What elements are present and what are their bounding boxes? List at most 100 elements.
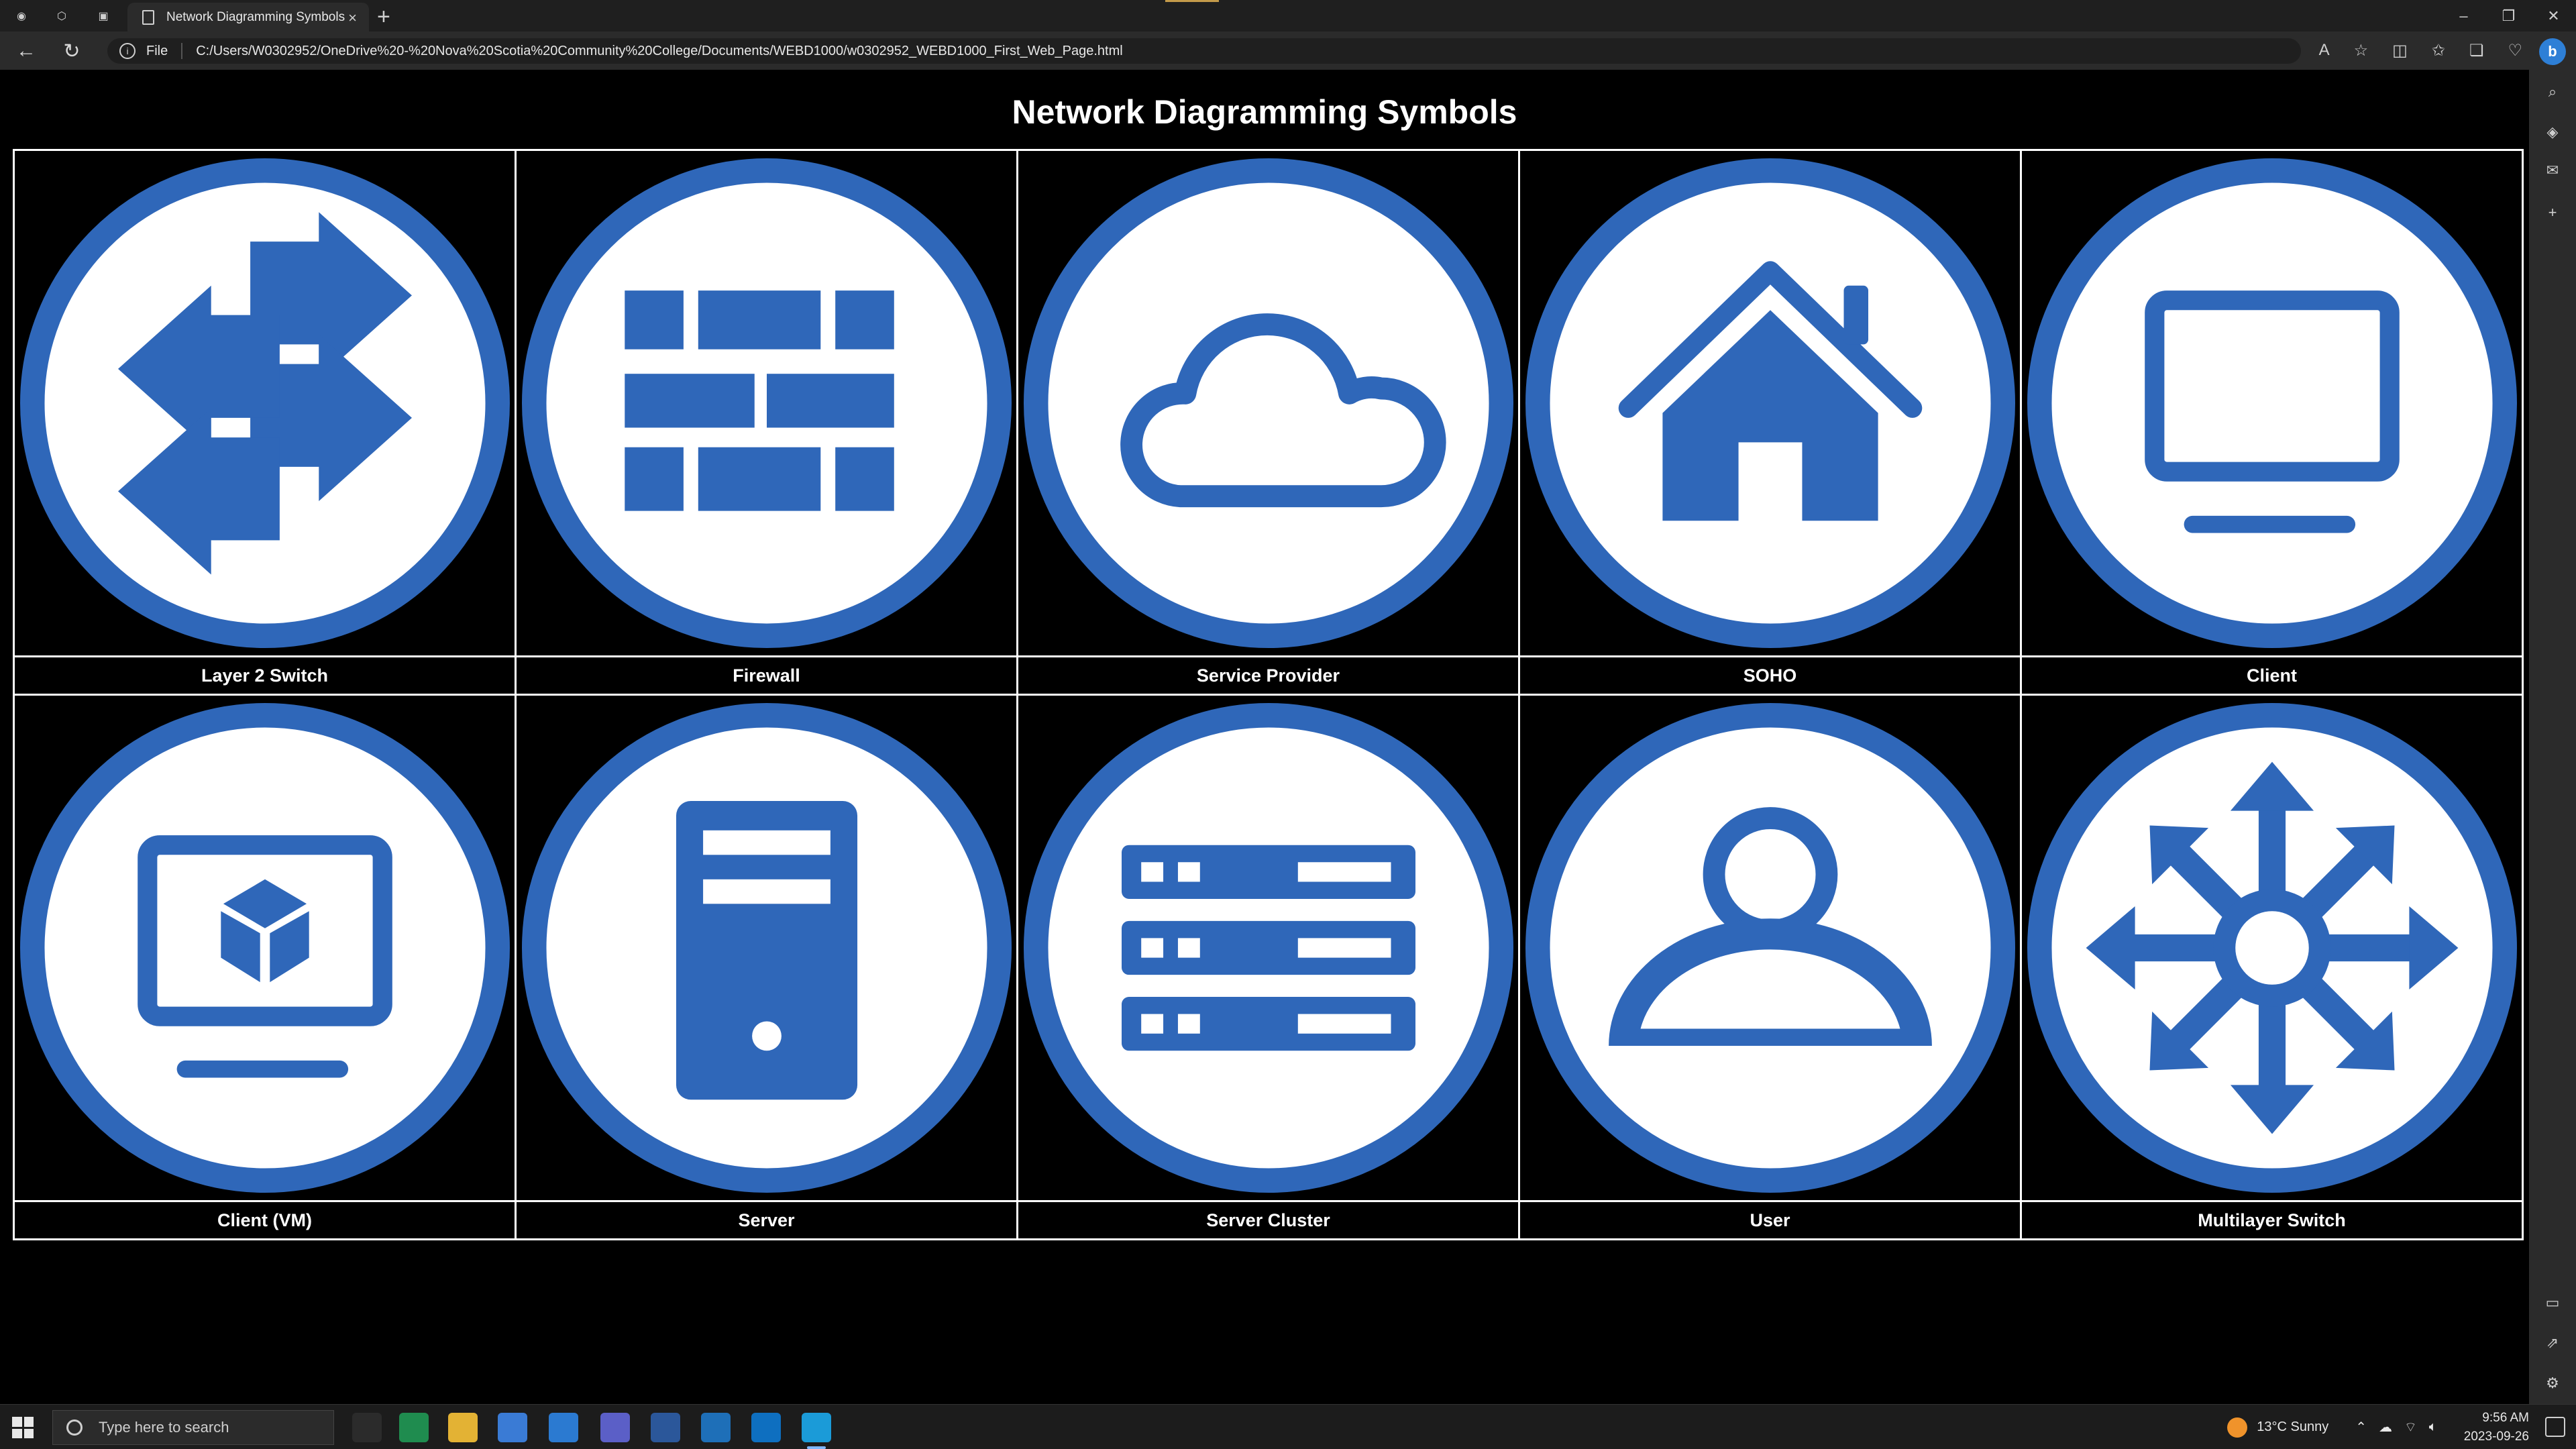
table-cell [13, 149, 517, 657]
file-explorer-icon[interactable] [448, 1413, 478, 1442]
back-arrow-icon[interactable]: ← [15, 40, 38, 62]
start-logo-pane [12, 1417, 22, 1427]
sidebar-external-icon[interactable]: ⇗ [2542, 1333, 2563, 1353]
mail-icon[interactable] [549, 1413, 578, 1442]
search-icon [66, 1419, 83, 1436]
symbol-label: Client (VM) [13, 1200, 517, 1240]
restore-button[interactable]: ❐ [2486, 0, 2531, 32]
symbol-label: User [1518, 1200, 2022, 1240]
workspaces-icon[interactable]: ⬡ [51, 5, 72, 27]
new-tab-button[interactable]: + [377, 4, 390, 30]
start-logo-pane [23, 1417, 34, 1427]
read-aloud-icon[interactable]: A [2319, 41, 2330, 60]
table-cell [1016, 694, 1520, 1202]
profile-icon[interactable]: ◉ [11, 5, 32, 27]
clock-time: 9:56 AM [2482, 1410, 2529, 1425]
document-icon [142, 9, 154, 25]
sidebar-panel-icon[interactable]: ▭ [2542, 1293, 2563, 1313]
table-cell [515, 694, 1018, 1202]
table-cell [515, 149, 1018, 657]
browser-essentials-icon[interactable]: ♡ [2508, 41, 2522, 60]
table-cell [2020, 149, 2524, 657]
sidebar-settings-icon[interactable]: ⚙ [2542, 1373, 2563, 1393]
edge-active-icon[interactable] [802, 1413, 831, 1449]
weather-text[interactable]: 13°C Sunny [2257, 1419, 2328, 1435]
icon-row [13, 694, 2524, 1202]
favorite-star-icon[interactable]: ☆ [2354, 41, 2369, 60]
tab-actions-icon[interactable]: ▣ [93, 5, 114, 27]
refresh-icon[interactable]: ↻ [60, 40, 83, 62]
clock[interactable]: 9:56 AM 2023-09-26 [2464, 1409, 2529, 1446]
search-placeholder: Type here to search [99, 1419, 229, 1436]
table-cell [1518, 149, 2022, 657]
task-view-icon[interactable] [352, 1413, 382, 1442]
notification-icon[interactable] [2545, 1417, 2565, 1437]
page-title: Network Diagramming Symbols [1012, 93, 1517, 131]
table-cell [2020, 694, 2524, 1202]
toolbar-icons: A ☆ ◫ ✩ ❏ ♡ ⋯ [2319, 41, 2563, 60]
label-row: Client (VM) Server Server Cluster User M… [13, 1200, 2524, 1240]
address-url[interactable]: C:/Users/W0302952/OneDrive%20-%20Nova%20… [196, 44, 1122, 59]
titlebar-accent [1165, 0, 1219, 2]
sidebar-add-icon[interactable]: + [2542, 203, 2563, 223]
start-button[interactable] [12, 1417, 34, 1438]
label-row: Layer 2 Switch Firewall Service Provider… [13, 655, 2524, 696]
collections-icon[interactable]: ❏ [2469, 41, 2484, 60]
close-window-button[interactable]: ✕ [2531, 0, 2576, 32]
symbol-label: Server [515, 1200, 1018, 1240]
symbol-label: Service Provider [1016, 655, 1520, 696]
start-logo-pane [23, 1428, 34, 1438]
symbol-label: SOHO [1518, 655, 2022, 696]
cloud-icon [1023, 158, 1513, 648]
sidebar-search-icon[interactable]: ⌕ [2542, 82, 2563, 102]
weather-sun-icon[interactable] [2227, 1417, 2248, 1438]
icon-row [13, 149, 2524, 657]
tray-chevron-icon[interactable]: ⌃ [2355, 1419, 2367, 1436]
symbols-table: Layer 2 Switch Firewall Service Provider… [13, 149, 2524, 1240]
outlook-taskbar-icon[interactable] [701, 1413, 731, 1442]
visio-icon[interactable] [651, 1413, 680, 1442]
symbol-label: Server Cluster [1016, 1200, 1520, 1240]
edge-sidebar: b ⌕ ◈ ✉ + ▭ ⇗ ⚙ [2529, 32, 2576, 1404]
multilayer-switch-icon [2027, 703, 2517, 1193]
favorites-icon[interactable]: ✩ [2432, 41, 2445, 60]
info-icon[interactable]: i [119, 43, 136, 59]
server-rack-icon [1023, 703, 1513, 1193]
address-bar[interactable]: i File C:/Users/W0302952/OneDrive%20-%20… [107, 38, 2301, 64]
navigation-bar: ← ↻ i File C:/Users/W0302952/OneDrive%20… [0, 32, 2576, 70]
table-cell [13, 694, 517, 1202]
tab-active[interactable]: Network Diagramming Symbols × [127, 3, 369, 32]
symbol-label: Multilayer Switch [2020, 1200, 2524, 1240]
bing-copilot-icon[interactable]: b [2539, 38, 2566, 65]
onedrive-icon[interactable]: ☁ [2379, 1419, 2392, 1436]
table-cell [1518, 694, 2022, 1202]
monitor-icon [2027, 158, 2517, 648]
taskbar-search[interactable]: Type here to search [52, 1410, 334, 1445]
window-controls: – ❐ ✕ [2441, 0, 2576, 32]
network-icon[interactable]: ⌔ [2404, 1419, 2417, 1436]
web-page: Network Diagramming Symbols Layer 2 Swit… [0, 70, 2529, 1404]
system-tray: 13°C Sunny ⌃ ☁ ⌔ 🔈︎ 9:56 AM 2023-09-26 [2227, 1405, 2576, 1449]
windows-taskbar: Type here to search 13°C Sunny ⌃ ☁ ⌔ 🔈︎ … [0, 1404, 2576, 1449]
screen: ◉ ⬡ ▣ Network Diagramming Symbols × + – … [0, 0, 2576, 1449]
symbol-label: Client [2020, 655, 2524, 696]
house-icon [1525, 158, 2015, 648]
browser-titlebar: ◉ ⬡ ▣ Network Diagramming Symbols × + – … [0, 0, 2576, 32]
store-icon[interactable] [498, 1413, 527, 1442]
outlook-icon[interactable]: ✉ [2542, 160, 2563, 180]
vscode-icon[interactable] [751, 1413, 781, 1442]
tab-title: Network Diagramming Symbols [166, 9, 345, 24]
edge-app-icon[interactable] [399, 1413, 429, 1442]
teams-icon[interactable] [600, 1413, 630, 1442]
clock-date: 2023-09-26 [2463, 1429, 2529, 1444]
volume-icon[interactable]: 🔈︎ [2429, 1419, 2437, 1435]
split-screen-icon[interactable]: ◫ [2392, 41, 2408, 60]
tab-close-button[interactable]: × [348, 9, 357, 27]
minimize-button[interactable]: – [2441, 0, 2486, 32]
start-logo-pane [12, 1428, 22, 1438]
address-divider [181, 43, 183, 59]
sidebar-tools-icon[interactable]: ◈ [2542, 122, 2563, 142]
symbol-label: Layer 2 Switch [13, 655, 517, 696]
symbol-label: Firewall [515, 655, 1018, 696]
user-icon [1525, 703, 2015, 1193]
